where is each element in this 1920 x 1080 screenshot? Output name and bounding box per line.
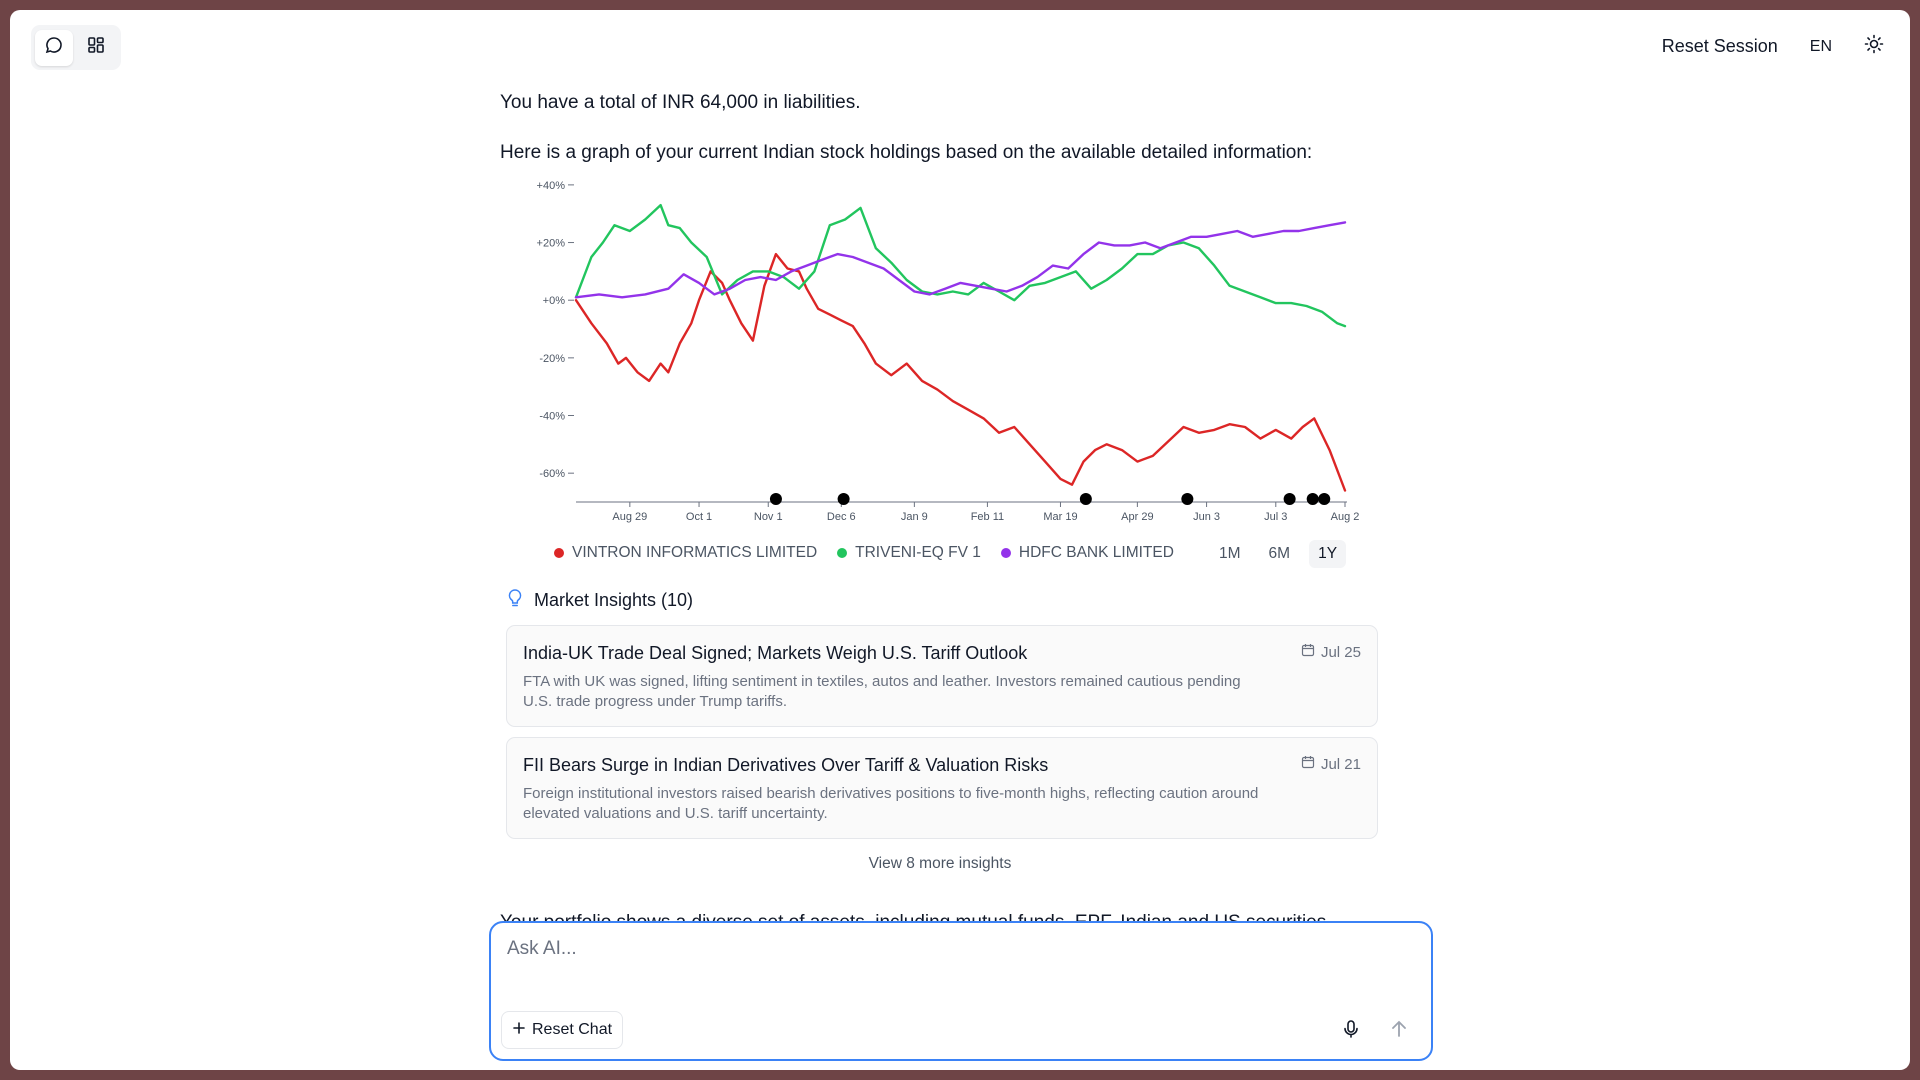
- chat-bubble-icon: [44, 35, 64, 60]
- insight-description: FTA with UK was signed, lifting sentimen…: [523, 673, 1241, 710]
- event-marker: [1079, 493, 1092, 505]
- reset-chat-label: Reset Chat: [532, 1021, 613, 1038]
- event-marker: [837, 493, 850, 505]
- legend-item-vintron[interactable]: VINTRON INFORMATICS LIMITED: [554, 544, 817, 562]
- insight-card[interactable]: India-UK Trade Deal Signed; Markets Weig…: [506, 625, 1378, 727]
- y-tick-label: -40%: [539, 411, 565, 423]
- chat-composer: Reset Chat: [489, 921, 1433, 1061]
- insight-date: Jul 25: [1301, 643, 1361, 661]
- legend-item-triveni[interactable]: TRIVENI-EQ FV 1: [837, 544, 981, 562]
- ask-ai-input[interactable]: [505, 937, 1409, 961]
- view-toggle: [31, 25, 121, 70]
- chart-legend: VINTRON INFORMATICS LIMITED TRIVENI-EQ F…: [554, 544, 1174, 562]
- topbar-actions: Reset Session EN: [1662, 34, 1884, 59]
- series-line: [574, 203, 1347, 328]
- grid-icon: [86, 35, 106, 60]
- x-tick-label: Apr 29: [1121, 511, 1153, 523]
- legend-label: HDFC BANK LIMITED: [1018, 544, 1174, 561]
- stock-holdings-chart: +40% +20% +0% -20% -40% -60% Aug 29 Oct 1 Nov 1 D…: [500, 174, 1380, 584]
- insight-date: Jul 21: [1301, 755, 1361, 773]
- range-1m-button[interactable]: 1M: [1210, 540, 1250, 568]
- insight-title: FII Bears Surge in Indian Derivatives Ov…: [523, 755, 1049, 775]
- market-insights-header: Market Insights (10): [500, 588, 1380, 613]
- y-tick-label: +0%: [543, 295, 566, 307]
- y-tick-label: -60%: [539, 468, 565, 480]
- dashboard-view-button[interactable]: [77, 30, 115, 66]
- range-6m-button[interactable]: 6M: [1260, 540, 1300, 568]
- event-marker: [1318, 493, 1331, 505]
- event-marker: [769, 493, 782, 505]
- event-marker: [1306, 493, 1319, 505]
- reset-session-button[interactable]: Reset Session: [1662, 36, 1778, 57]
- view-more-insights-link[interactable]: View 8 more insights: [500, 855, 1380, 873]
- theme-toggle-sun-icon[interactable]: [1864, 34, 1884, 59]
- range-1y-button[interactable]: 1Y: [1309, 540, 1347, 568]
- y-tick-label: -20%: [539, 353, 565, 365]
- x-tick-label: Aug 29: [612, 511, 647, 523]
- x-tick-label: Oct 1: [686, 511, 712, 523]
- x-tick-label: Dec 6: [827, 511, 856, 523]
- liabilities-message: You have a total of INR 64,000 in liabil…: [500, 92, 861, 113]
- x-tick-label: Jun 3: [1193, 511, 1220, 523]
- language-selector[interactable]: EN: [1810, 38, 1832, 56]
- insight-description: Foreign institutional investors raised b…: [523, 785, 1259, 822]
- insight-date-text: Jul 21: [1320, 755, 1361, 773]
- legend-dot-green: [837, 548, 848, 558]
- insight-date-text: Jul 25: [1320, 643, 1361, 661]
- chat-content: You have a total of INR 64,000 in liabil…: [500, 90, 1380, 873]
- series-line: [574, 252, 1347, 492]
- x-tick-label: Jul 3: [1264, 511, 1287, 523]
- event-marker: [1283, 493, 1296, 505]
- plus-icon: [512, 1021, 526, 1040]
- x-tick-label: Feb 11: [971, 511, 1004, 523]
- legend-label: TRIVENI-EQ FV 1: [855, 544, 981, 561]
- chart-plot: +40% +20% +0% -20% -40% -60% Aug 29 Oct 1 Nov 1 D…: [537, 180, 1360, 523]
- legend-label: VINTRON INFORMATICS LIMITED: [572, 544, 818, 561]
- x-tick-label: Mar 19: [1043, 511, 1077, 523]
- x-tick-label: Nov 1: [754, 511, 783, 523]
- market-insights-title: Market Insights (10): [534, 590, 694, 610]
- event-marker: [1181, 493, 1194, 505]
- y-tick-label: +40%: [537, 180, 566, 192]
- lightbulb-icon: [506, 588, 524, 613]
- graph-intro-message: Here is a graph of your current Indian s…: [500, 142, 1313, 163]
- calendar-icon: [1301, 643, 1315, 661]
- app-window: Reset Session EN You have a total of INR…: [10, 10, 1910, 1070]
- insight-card[interactable]: FII Bears Surge in Indian Derivatives Ov…: [506, 737, 1378, 839]
- send-arrow-icon[interactable]: [1389, 1019, 1409, 1044]
- reset-chat-button[interactable]: Reset Chat: [501, 1011, 624, 1049]
- legend-dot-red: [554, 548, 564, 558]
- x-tick-label: Jan 9: [901, 511, 928, 523]
- x-tick-label: Aug 2: [1331, 511, 1360, 523]
- microphone-icon[interactable]: [1341, 1019, 1361, 1044]
- chat-view-button[interactable]: [35, 29, 73, 66]
- legend-item-hdfc[interactable]: HDFC BANK LIMITED: [1000, 544, 1174, 562]
- legend-dot-purple: [1000, 548, 1011, 558]
- calendar-icon: [1301, 755, 1315, 773]
- time-range-selector: 1M 6M 1Y: [1210, 540, 1347, 568]
- insight-title: India-UK Trade Deal Signed; Markets Weig…: [523, 643, 1028, 663]
- y-tick-label: +20%: [537, 238, 566, 250]
